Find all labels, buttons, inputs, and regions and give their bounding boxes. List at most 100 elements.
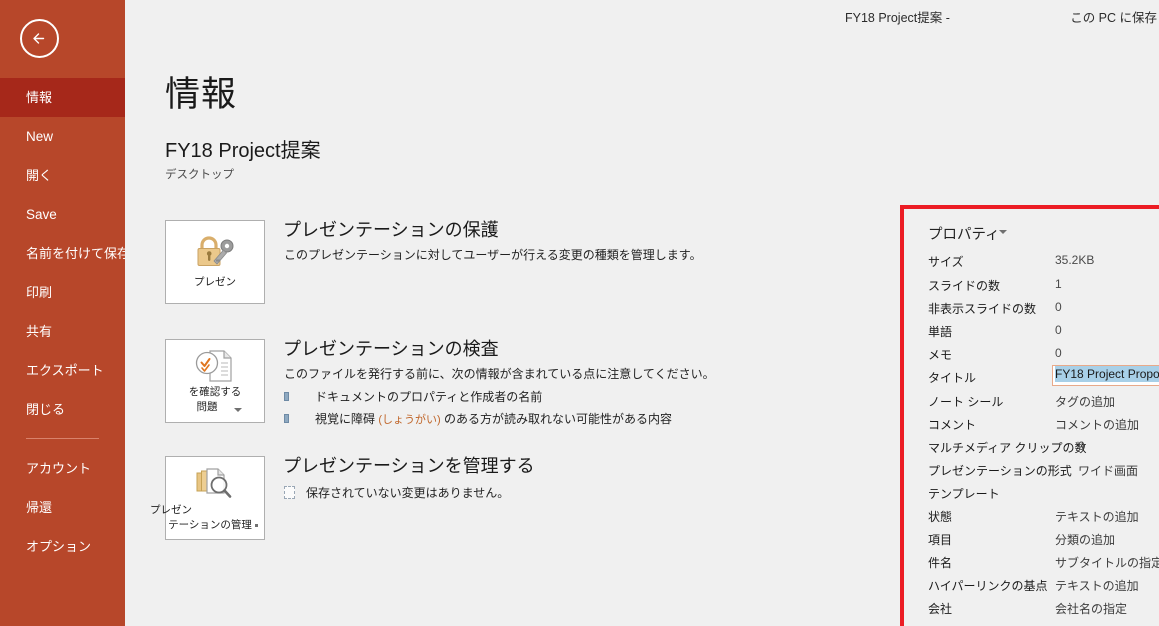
property-row-company: 会社 会社名の指定	[928, 600, 1159, 623]
check-for-issues-caption-line1: を確認する	[188, 386, 242, 398]
property-label: 非表示スライドの数	[928, 302, 1037, 316]
sidebar-item-options[interactable]: オプション	[0, 527, 125, 566]
property-label: 会社	[928, 602, 953, 616]
manage-presentation-button[interactable]: プレゼン テーションの管理	[150, 456, 265, 540]
protect-presentation-button-caption: プレゼン	[194, 276, 236, 288]
property-label: サイズ	[928, 255, 964, 269]
property-row-hyperlink-base: ハイパーリンクの基点 テキストの追加	[928, 577, 1159, 600]
sidebar-divider	[26, 438, 99, 439]
sidebar-item-info[interactable]: 情報	[0, 78, 125, 117]
sidebar-item-new[interactable]: New	[0, 117, 125, 156]
title-input-value: FY18 Project Proposal	[1055, 366, 1159, 382]
manage-presentation-caption-line1: プレゼン	[150, 504, 192, 516]
sidebar-item-label: アカウント	[26, 461, 92, 476]
property-label: 件名	[928, 556, 953, 570]
property-row-slides: スライドの数 1	[928, 277, 1159, 300]
manage-presentation-icon	[192, 466, 238, 507]
page-title: 情報	[165, 75, 238, 114]
property-value: 1	[1055, 277, 1062, 291]
property-row-hidden-slides: 非表示スライドの数 0	[928, 300, 1159, 323]
sidebar-item-open[interactable]: 開く	[0, 156, 125, 195]
sidebar-item-label: 帰還	[26, 500, 53, 515]
backstage-main-pane: FY18 Project提案 - この PC に保存 情報 FY18 Proje…	[125, 0, 1159, 626]
protect-presentation-button[interactable]: プレゼン	[165, 220, 265, 304]
sidebar-item-label: 閉じる	[26, 402, 66, 417]
inspect-bullet-2-text-kana: (しょうがい)	[378, 414, 441, 426]
bullet-marker-icon	[284, 414, 289, 424]
inspect-bullet-2-text-pre: 視覚に障碍	[315, 412, 379, 426]
property-row-words: 単語 0	[928, 323, 1159, 346]
sidebar-item-print[interactable]: 印刷	[0, 273, 125, 312]
sidebar-item-label: 印刷	[26, 285, 53, 300]
property-row-comments: コメント コメントの追加	[928, 416, 1159, 439]
manage-presentation-status-text: 保存されていない変更はありません。	[306, 486, 510, 500]
inspect-bullet-1: ドキュメントのプロパティと作成者の名前	[284, 388, 542, 405]
property-label: ハイパーリンクの基点	[928, 579, 1048, 593]
sidebar-item-label: New	[26, 129, 54, 144]
sidebar-item-label: 名前を付けて保存	[26, 246, 131, 261]
property-value: 0	[1078, 439, 1085, 453]
property-row-title: タイトル FY18 Project Proposal	[928, 365, 1159, 392]
property-row-multimedia-clips: マルチメディア クリップの数 0	[928, 439, 1159, 462]
sidebar-nav-list: 情報 New 開く Save 名前を付けて保存 印刷 共有 エクスポート 閉じる…	[0, 78, 130, 566]
property-value[interactable]: テキストの追加	[1055, 577, 1139, 594]
inspect-bullet-2-text-post: のある方が読み取れない可能性がある内容	[440, 412, 673, 426]
chevron-down-icon[interactable]	[255, 524, 258, 527]
manage-presentation-caption-line2: テーションの管理	[168, 519, 252, 531]
property-value: ワイド画面	[1078, 464, 1139, 478]
unsaved-document-icon	[284, 486, 295, 500]
property-value[interactable]: テキストの追加	[1055, 508, 1139, 525]
property-value: 0	[1055, 300, 1062, 314]
sidebar-item-export[interactable]: エクスポート	[0, 351, 125, 390]
manage-presentation-status: 保存されていない変更はありません。	[284, 484, 509, 501]
property-row-presentation-format: プレゼンテーションの形式 ワイド画面	[928, 462, 1159, 485]
chevron-down-icon[interactable]	[999, 230, 1007, 234]
properties-panel: プロパティ サイズ 35.2KB スライドの数 1 非表示スライドの数 0 単語…	[771, 0, 1159, 626]
bullet-marker-icon	[284, 392, 289, 402]
property-value[interactable]: サブタイトルの指定	[1055, 554, 1159, 571]
property-value: 0	[1055, 346, 1062, 360]
sidebar-item-feedback[interactable]: 帰還	[0, 488, 125, 527]
property-value: 0	[1055, 323, 1062, 337]
property-row-categories: 項目 分類の追加	[928, 531, 1159, 554]
sidebar-item-label: 情報	[26, 90, 53, 105]
inspect-document-icon	[194, 348, 236, 389]
title-input[interactable]: FY18 Project Proposal	[1052, 365, 1159, 386]
sidebar-item-label: オプション	[26, 539, 92, 554]
properties-header[interactable]: プロパティ	[928, 223, 1000, 244]
check-for-issues-button[interactable]: を確認する 問題	[165, 339, 265, 423]
sidebar-item-label: Save	[26, 207, 57, 222]
property-value[interactable]: 会社名の指定	[1055, 600, 1127, 617]
check-for-issues-caption-line2: 問題	[196, 401, 218, 413]
property-label: スライドの数	[928, 279, 1001, 293]
chevron-down-icon[interactable]	[234, 408, 242, 412]
sidebar-item-account[interactable]: アカウント	[0, 449, 125, 488]
property-label: プレゼンテーションの形式	[928, 464, 1072, 478]
property-label: 状態	[928, 510, 953, 524]
property-label: 単語	[928, 325, 953, 339]
document-path: デスクトップ	[165, 169, 234, 181]
property-row-size: サイズ 35.2KB	[928, 253, 1159, 276]
property-value: 35.2KB	[1055, 253, 1095, 267]
property-row-status: 状態 テキストの追加	[928, 508, 1159, 531]
property-value[interactable]: 分類の追加	[1055, 531, 1115, 548]
backstage-sidebar: 情報 New 開く Save 名前を付けて保存 印刷 共有 エクスポート 閉じる…	[0, 0, 130, 626]
inspect-bullet-2: 視覚に障碍 (しょうがい) のある方が読み取れない可能性がある内容	[284, 410, 672, 427]
property-label: タイトル	[928, 371, 977, 385]
property-label: ノート シール	[928, 395, 1004, 409]
sidebar-item-close[interactable]: 閉じる	[0, 390, 125, 429]
property-value[interactable]: タグの追加	[1055, 393, 1115, 410]
sidebar-item-save[interactable]: Save	[0, 195, 125, 234]
sidebar-item-label: エクスポート	[26, 363, 104, 378]
sidebar-item-label: 共有	[26, 324, 53, 339]
property-label: 項目	[928, 533, 953, 547]
property-label: コメント	[928, 418, 977, 432]
sidebar-item-share[interactable]: 共有	[0, 312, 125, 351]
sidebar-item-save-as[interactable]: 名前を付けて保存	[0, 234, 130, 273]
property-label: メモ	[928, 348, 953, 362]
property-value[interactable]: コメントの追加	[1055, 416, 1139, 433]
protect-presentation-heading: プレゼンテーションの保護	[283, 220, 499, 240]
inspect-presentation-description: このファイルを発行する前に、次の情報が含まれている点に注意してください。	[284, 367, 715, 381]
property-label: マルチメディア クリップの数	[928, 441, 1087, 455]
back-arrow-button[interactable]	[20, 19, 59, 58]
